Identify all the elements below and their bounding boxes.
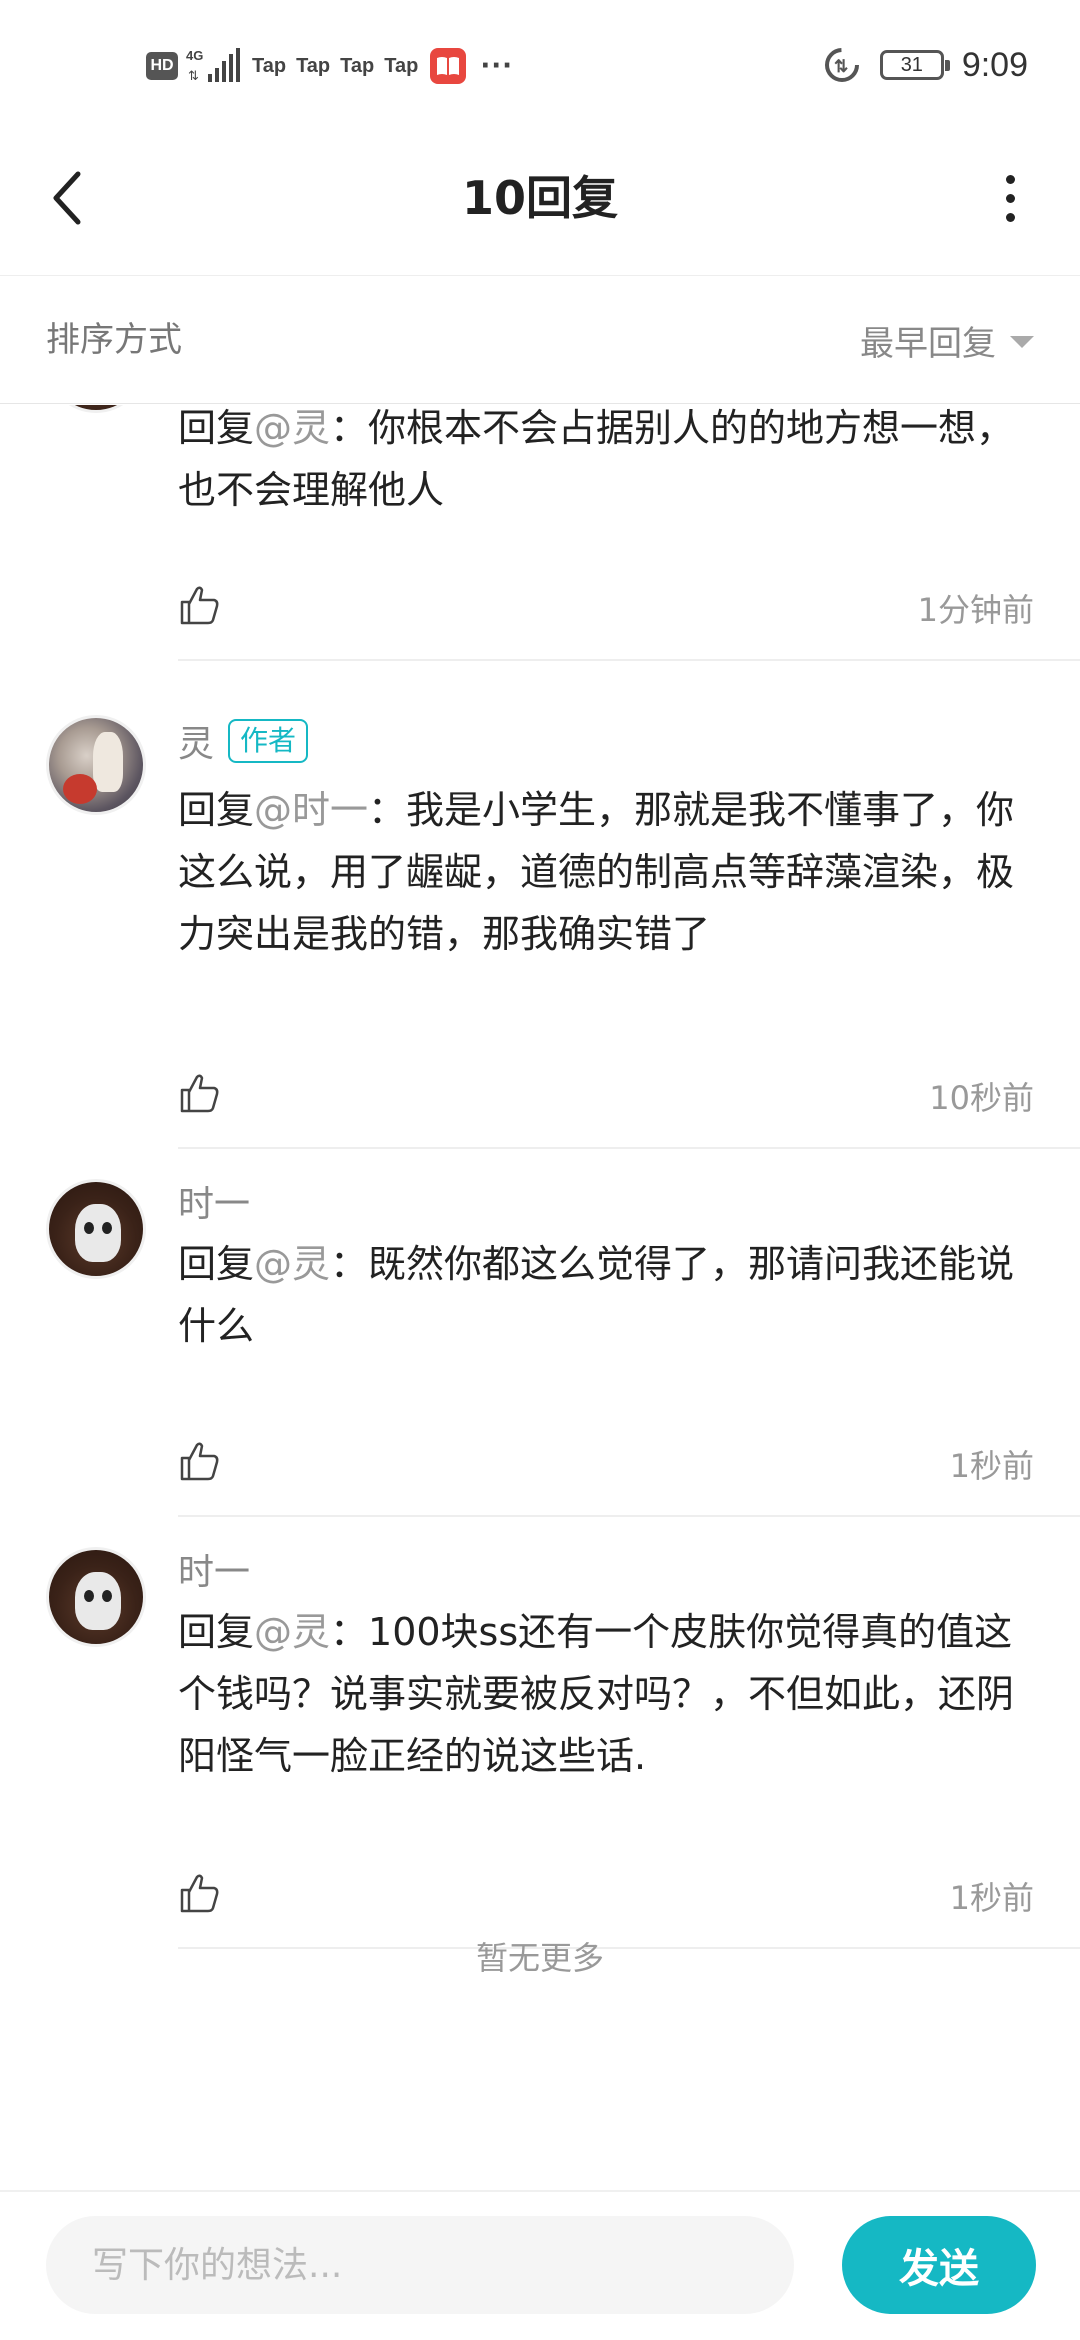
white-mask-icon <box>75 1572 121 1630</box>
signal-icon: 4G ⇅ <box>186 48 240 83</box>
like-button[interactable] <box>172 1065 228 1121</box>
notification-tap: Tap <box>296 54 331 77</box>
mention-link[interactable]: @时一 <box>254 788 368 832</box>
reply-text: 回复@时一：我是小学生，那就是我不懂事了，你这么说，用了龌龊，道德的制高点等辞藻… <box>178 779 1038 965</box>
svg-text:⇅: ⇅ <box>188 68 199 83</box>
notification-tap: Tap <box>384 54 419 77</box>
more-options-button[interactable] <box>980 160 1040 236</box>
thumbs-up-icon <box>180 1442 219 1481</box>
author-name[interactable]: 灵 <box>178 715 214 767</box>
like-button[interactable] <box>172 577 228 633</box>
author-row: 时一 <box>178 1543 250 1595</box>
avatar-flower <box>63 774 97 804</box>
page-title: 10回复 <box>461 171 618 225</box>
reply-text: 回复@灵：100块ss还有一个皮肤你觉得真的值这个钱吗？说事实就要被反对吗？，不… <box>178 1601 1038 1787</box>
composer-bar: 发送 <box>0 2190 1080 2340</box>
caret-down-icon <box>1010 336 1034 348</box>
avatar[interactable] <box>46 405 146 413</box>
back-button[interactable] <box>34 154 100 242</box>
sort-label: 排序方式 <box>46 320 182 360</box>
reply-item: 回复@灵：你根本不会占据别人的的地方想一想，也不会理解他人 1分钟前 <box>0 405 1080 661</box>
reply-time: 1秒前 <box>949 1879 1034 1917</box>
reply-prefix: 回复 <box>178 1610 255 1654</box>
reply-item: 时一 回复@灵：既然你都这么觉得了，那请问我还能说什么 1秒前 <box>0 1149 1080 1519</box>
thumbs-up-icon <box>180 1074 219 1113</box>
send-button[interactable]: 发送 <box>842 2216 1036 2314</box>
sort-value: 最早回复 <box>860 323 996 364</box>
author-row: 时一 <box>178 1175 250 1227</box>
reply-time: 1秒前 <box>949 1447 1034 1485</box>
reply-text: 回复@灵：既然你都这么觉得了，那请问我还能说什么 <box>178 1233 1038 1357</box>
status-left: HD 4G ⇅ Tap Tap Tap Tap ··· <box>146 44 513 88</box>
reply-list: 回复@灵：你根本不会占据别人的的地方想一想，也不会理解他人 1分钟前 灵 作者 … <box>0 405 1080 2190</box>
no-more-label: 暂无更多 <box>475 1939 604 1977</box>
author-row: 灵 作者 <box>178 715 309 767</box>
mention-link[interactable]: @灵 <box>254 406 330 450</box>
like-button[interactable] <box>172 1865 228 1921</box>
notification-tap: Tap <box>252 54 287 77</box>
avatar[interactable] <box>46 715 146 815</box>
reply-prefix: 回复 <box>178 1242 255 1286</box>
avatar[interactable] <box>46 1179 146 1279</box>
thumbs-up-icon <box>180 1874 219 1913</box>
author-name[interactable]: 时一 <box>178 1175 250 1227</box>
app-root: HD 4G ⇅ Tap Tap Tap Tap ··· ⇅ 31 9:09 10… <box>0 0 1080 2340</box>
white-mask-icon <box>75 1204 121 1262</box>
reply-time: 1分钟前 <box>917 591 1034 629</box>
status-bar: HD 4G ⇅ Tap Tap Tap Tap ··· ⇅ 31 9:09 <box>0 0 1080 120</box>
author-badge: 作者 <box>228 719 309 763</box>
sort-bar: 排序方式 最早回复 <box>0 276 1080 404</box>
reply-prefix: 回复 <box>178 406 255 450</box>
like-button[interactable] <box>172 1433 228 1489</box>
more-vertical-icon <box>1005 174 1015 184</box>
notification-tap: Tap <box>340 54 375 77</box>
reply-item: 时一 回复@灵：100块ss还有一个皮肤你觉得真的值这个钱吗？说事实就要被反对吗… <box>0 1517 1080 1949</box>
hd-badge: HD <box>146 52 178 80</box>
battery-icon: 31 <box>879 50 950 80</box>
sort-dropdown[interactable]: 最早回复 <box>860 276 1034 404</box>
book-app-icon <box>430 48 467 84</box>
author-name[interactable]: 时一 <box>178 1543 250 1595</box>
thumbs-up-icon <box>180 586 219 625</box>
network-type: 4G <box>186 48 203 63</box>
comment-input[interactable] <box>46 2216 794 2314</box>
reply-item: 灵 作者 回复@时一：我是小学生，那就是我不懂事了，你这么说，用了龌龊，道德的制… <box>0 661 1080 1149</box>
avatar[interactable] <box>46 1547 146 1647</box>
status-right: ⇅ 31 9:09 <box>822 40 1028 90</box>
avatar-figure <box>93 732 123 792</box>
reply-time: 10秒前 <box>929 1079 1034 1117</box>
reply-prefix: 回复 <box>178 788 255 832</box>
data-saver-icon: ⇅ <box>824 48 859 82</box>
mention-link[interactable]: @灵 <box>254 1242 330 1286</box>
clock: 9:09 <box>961 45 1028 84</box>
more-notifications-icon: ··· <box>480 51 513 81</box>
chevron-left-icon <box>53 171 81 225</box>
mention-link[interactable]: @灵 <box>254 1610 330 1654</box>
title-bar: 10回复 <box>0 120 1080 276</box>
reply-text: 回复@灵：你根本不会占据别人的的地方想一想，也不会理解他人 <box>178 405 1038 521</box>
svg-text:⇅: ⇅ <box>834 57 848 76</box>
